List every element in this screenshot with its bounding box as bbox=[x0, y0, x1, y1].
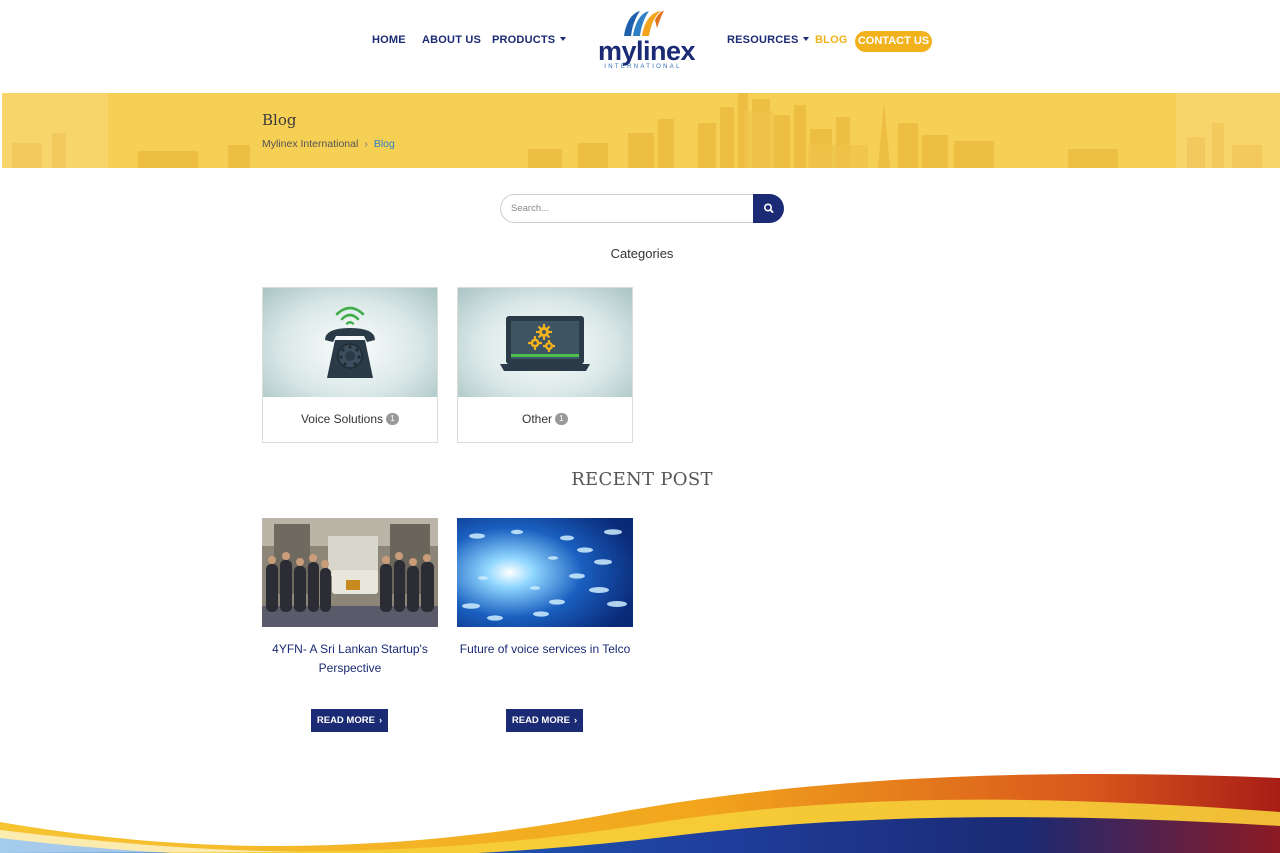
telephone-icon bbox=[325, 306, 375, 378]
site-header: HOME ABOUT US PRODUCTS mylinex INTERNATI… bbox=[0, 0, 1280, 92]
post-title[interactable]: Future of voice services in Telco bbox=[447, 640, 643, 659]
laptop-gears-icon bbox=[500, 316, 590, 371]
chevron-right-icon: › bbox=[573, 715, 578, 726]
category-label: Other 1 bbox=[458, 412, 632, 426]
post-card: Future of voice services in Telco bbox=[457, 518, 633, 656]
nav-resources-label: RESOURCES bbox=[727, 34, 799, 46]
caret-down-icon bbox=[560, 37, 567, 42]
category-image bbox=[458, 288, 632, 397]
group-photo-image bbox=[262, 518, 438, 627]
nav-products-label: PRODUCTS bbox=[492, 34, 556, 46]
category-name: Voice Solutions bbox=[300, 412, 384, 426]
breadcrumb-chevron-icon: › bbox=[364, 138, 368, 150]
page-banner bbox=[2, 93, 1280, 168]
mylinex-logo[interactable]: mylinex INTERNATIONAL bbox=[598, 8, 696, 74]
breadcrumb: Mylinex International › Blog bbox=[262, 138, 395, 150]
category-image bbox=[263, 288, 437, 397]
search-icon bbox=[764, 203, 774, 214]
category-card-voice-solutions[interactable]: Voice Solutions 1 bbox=[262, 287, 438, 443]
recent-post-heading: RECENT POST bbox=[571, 469, 713, 490]
category-label: Voice Solutions 1 bbox=[263, 412, 437, 426]
caret-down-icon bbox=[803, 37, 810, 42]
read-more-label: READ MORE bbox=[511, 715, 570, 726]
page-title: Blog bbox=[262, 111, 297, 129]
contact-us-button[interactable]: CONTACT US bbox=[855, 31, 932, 52]
search-button[interactable] bbox=[753, 194, 784, 223]
breadcrumb-current: Blog bbox=[373, 138, 395, 150]
logo-subtitle: INTERNATIONAL bbox=[604, 64, 682, 70]
categories-heading: Categories bbox=[610, 246, 674, 261]
footer-wave-decoration bbox=[0, 774, 1280, 853]
logo-wordmark: mylinex bbox=[598, 36, 696, 66]
category-card-other[interactable]: Other 1 bbox=[457, 287, 633, 443]
read-more-button[interactable]: READ MORE › bbox=[311, 709, 388, 732]
nav-blog[interactable]: BLOG bbox=[815, 34, 848, 46]
data-tunnel-image bbox=[457, 518, 633, 627]
post-image[interactable] bbox=[457, 518, 633, 627]
nav-resources[interactable]: RESOURCES bbox=[727, 34, 810, 46]
chevron-right-icon: › bbox=[378, 715, 383, 726]
city-skyline-edges bbox=[12, 123, 1262, 168]
search-bar bbox=[500, 194, 784, 223]
read-more-label: READ MORE bbox=[316, 715, 375, 726]
post-card: 4YFN- A Sri Lankan Startup's Perspective bbox=[262, 518, 438, 675]
nav-home[interactable]: HOME bbox=[372, 34, 406, 46]
nav-products[interactable]: PRODUCTS bbox=[492, 34, 567, 46]
category-name: Other bbox=[521, 412, 552, 426]
category-count-badge: 1 bbox=[555, 412, 568, 425]
nav-about-us[interactable]: ABOUT US bbox=[422, 34, 481, 46]
read-more-button[interactable]: READ MORE › bbox=[506, 709, 583, 732]
search-input[interactable] bbox=[500, 194, 760, 223]
post-image[interactable] bbox=[262, 518, 438, 627]
breadcrumb-home[interactable]: Mylinex International bbox=[262, 138, 358, 150]
category-count-badge: 1 bbox=[386, 412, 400, 425]
post-title[interactable]: 4YFN- A Sri Lankan Startup's Perspective bbox=[252, 640, 448, 678]
